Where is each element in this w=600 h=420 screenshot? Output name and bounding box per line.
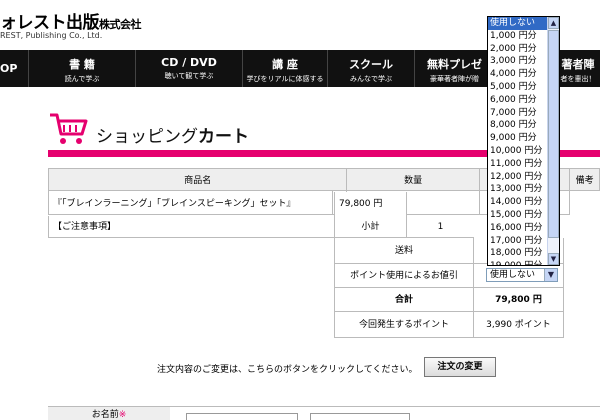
nav-subtitle: 聴いて観て学ぶ	[164, 72, 214, 80]
last-name-input[interactable]	[186, 413, 298, 420]
subtotal-qty: 1	[407, 216, 474, 238]
nav-subtitle: 読んで学ぶ	[64, 75, 100, 83]
total-label: 合計	[334, 288, 474, 312]
nav-title: CD / DVD	[161, 56, 217, 69]
header-quantity: 数量	[346, 168, 480, 191]
nav-title: 書 籍	[69, 58, 95, 71]
points-select[interactable]: 使用しない ▼	[486, 268, 558, 282]
nav-item-top[interactable]: OP	[0, 50, 28, 87]
subtotal-label: 小計	[334, 216, 407, 238]
product-price: 79,800 円	[334, 192, 407, 216]
points-select-cell: 使用しない ▼	[474, 264, 564, 288]
product-name: 『「ブレインラーニング」「ブレインスピーキング」セット』	[48, 190, 333, 215]
shipping-label: 送料	[334, 238, 474, 264]
logo-suffix: 株式会社	[99, 18, 142, 31]
name-field-label: お名前※	[48, 407, 170, 420]
points-earned-value: 3,990 ポイント	[474, 312, 564, 338]
nav-item-cd-dvd[interactable]: CD / DVD 聴いて観て学ぶ	[135, 50, 242, 87]
nav-item-free-gifts[interactable]: 無料プレゼ 豪華著者陣が贈	[414, 50, 494, 87]
total-value: 79,800 円	[474, 288, 564, 312]
nav-subtitle: 豪華著者陣が贈	[430, 75, 479, 83]
dropdown-scrollbar[interactable]: ▲ ▼	[547, 17, 559, 265]
site-logo[interactable]: ォレスト出版株式会社	[0, 8, 142, 33]
nav-item-seminars[interactable]: 講 座 学びをリアルに体感する	[242, 50, 327, 87]
notes-label: 【ご注意事項】	[48, 216, 334, 238]
points-dropdown-list[interactable]: 使用しない 1,000 円分 2,000 円分 3,000 円分 4,000 円分 5,0…	[487, 16, 560, 266]
header-remarks: 備考	[569, 168, 600, 191]
logo-text: ォレスト出版	[0, 13, 100, 33]
nav-item-authors[interactable]: 著者陣 者を輩出！	[555, 50, 600, 87]
points-discount-label: ポイント使用によるお値引	[334, 264, 474, 288]
nav-title: 著者陣	[561, 58, 595, 71]
nav-title: 無料プレゼ	[427, 58, 482, 71]
nav-item-school[interactable]: スクール みんなで学ぶ	[327, 50, 414, 87]
scroll-thumb[interactable]	[548, 30, 559, 238]
nav-title: スクール	[349, 58, 393, 71]
first-name-input[interactable]	[310, 413, 410, 420]
points-earned-label: 今回発生するポイント	[334, 312, 474, 338]
change-order-button[interactable]: 注文の変更	[424, 357, 496, 377]
customer-form-row: お名前※	[48, 406, 600, 420]
scroll-down-icon[interactable]: ▼	[548, 253, 559, 265]
name-label-text: お名前	[91, 410, 119, 420]
nav-item-books[interactable]: 書 籍 読んで学ぶ	[28, 50, 135, 87]
title-prefix: ショッピング	[96, 127, 198, 147]
scroll-up-icon[interactable]: ▲	[548, 17, 559, 29]
nav-title: 講 座	[272, 58, 298, 71]
shopping-cart-icon	[50, 113, 88, 144]
points-select-value: 使用しない	[490, 270, 536, 280]
required-mark: ※	[118, 410, 127, 420]
chevron-down-icon[interactable]: ▼	[544, 269, 557, 281]
nav-subtitle: 学びをリアルに体感する	[246, 75, 324, 83]
page-title: ショッピングカート	[96, 122, 249, 147]
change-order-note: 注文内容のご変更は、こちらのボタンをクリックしてください。	[157, 365, 418, 375]
header-product: 商品名	[47, 168, 348, 191]
nav-subtitle: みんなで学ぶ	[350, 75, 392, 83]
logo-subtitle: REST, Publishing Co., Ltd.	[0, 31, 103, 40]
title-bold: カート	[198, 127, 249, 147]
nav-subtitle: 者を輩出！	[560, 75, 596, 83]
